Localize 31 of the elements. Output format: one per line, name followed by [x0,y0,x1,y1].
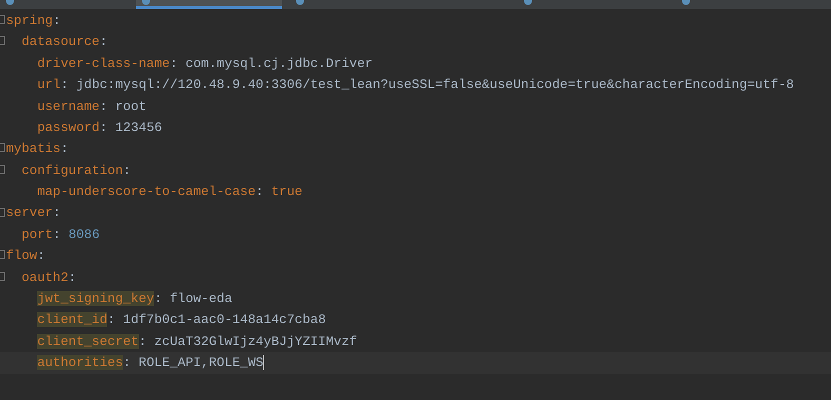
fold-marker-icon [0,36,5,46]
code-line: client_secret: zcUaT32GlwIjz4yBJjYZIIMvzf [37,332,358,351]
fold-marker-icon [0,272,5,281]
code-line: client_id: 1df7b0c1-aac0-148a14c7cba8 [37,311,326,330]
code-line: port: 8086 [22,226,100,244]
fold-marker-icon [0,143,5,152]
code-line: datasource: [22,33,108,52]
code-line: url: jdbc:mysql://120.48.9.40:3306/test_lean?useSSL=false&useUnicode=true&characterEncoding=utf-8 [37,76,794,94]
code-line: username: root [37,98,146,116]
code-line: mybatis: [6,140,68,158]
code-line: password: 123456 [37,118,162,137]
code-line: driver-class-name: com.mysql.cj.jdbc.Driver [37,54,373,73]
file-icon [524,0,532,5]
code-line: oauth2: [22,268,76,287]
code-line: flow: [6,247,46,266]
editor-tab[interactable] [136,0,282,9]
file-icon [6,0,14,5]
code-line: authorities: ROLE_API,ROLE_WS [37,354,264,372]
fold-marker-icon [0,164,5,174]
fold-marker-icon [0,15,5,24]
code-line: server: [6,204,61,222]
fold-marker-icon [0,208,5,217]
file-icon [296,0,304,5]
code-line: jwt_signing_key: flow-eda [37,290,232,308]
code-line: configuration: [22,162,131,180]
text-cursor [263,355,264,370]
code-line: map-underscore-to-camel-case: true [37,183,302,202]
file-icon [682,0,690,5]
file-icon [142,0,150,5]
code-line: spring: [6,12,61,30]
fold-marker-icon [0,250,5,260]
